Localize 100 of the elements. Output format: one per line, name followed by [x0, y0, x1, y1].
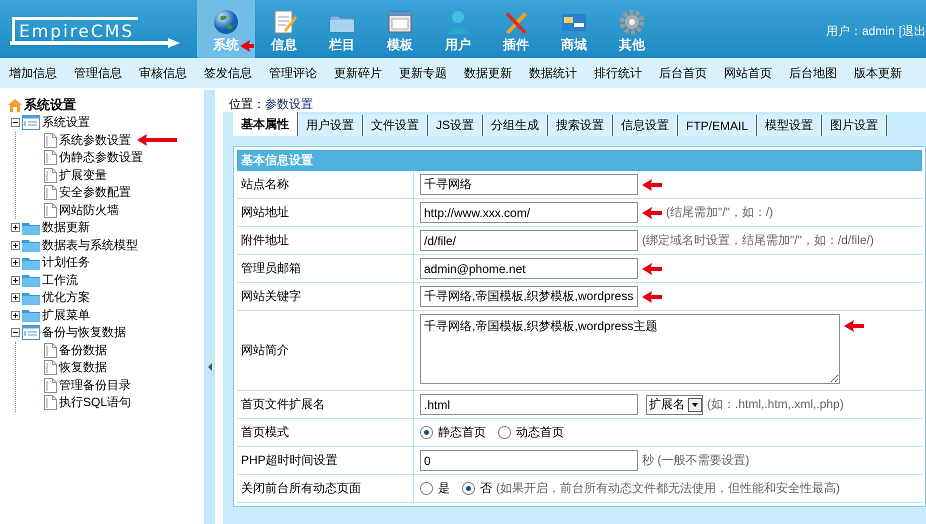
- submenu-link[interactable]: 版本更新: [845, 64, 910, 82]
- page-icon: [44, 360, 57, 376]
- tab[interactable]: 搜索设置: [548, 115, 614, 136]
- submenu-link[interactable]: 管理信息: [65, 64, 130, 82]
- collapse-icon[interactable]: [11, 118, 20, 128]
- submenu-link[interactable]: 排行统计: [585, 64, 650, 82]
- radio-option[interactable]: 静态首页: [420, 424, 486, 441]
- text-field[interactable]: 千寻网络: [420, 174, 638, 195]
- tree-item[interactable]: 网站防火墙: [59, 202, 119, 219]
- tree-item[interactable]: 优化方案: [42, 289, 90, 306]
- breadcrumb-link[interactable]: 参数设置: [265, 96, 313, 112]
- tree-item[interactable]: 恢复数据: [59, 359, 107, 376]
- panel-title: 基本信息设置: [237, 150, 922, 171]
- tree-item[interactable]: 系统设置: [42, 114, 90, 132]
- tree-item[interactable]: 计划任务: [42, 254, 90, 272]
- text-area[interactable]: 千寻网络,帝国模板,织梦模板,wordpress主题: [420, 314, 840, 384]
- submenu-link[interactable]: 审核信息: [130, 64, 195, 82]
- submenu-link[interactable]: 后台地图: [780, 64, 845, 82]
- folder-icon: [22, 256, 40, 270]
- field-hint: (如果开启，前台所有动态文件都无法使用，但性能和安全性最高): [496, 480, 840, 497]
- submenu-link[interactable]: 数据更新: [455, 64, 520, 82]
- submenu-link[interactable]: 数据统计: [520, 64, 585, 82]
- nav-tab[interactable]: 用户: [429, 0, 487, 58]
- tree-item[interactable]: 工作流: [42, 272, 78, 289]
- page-icon: [44, 378, 57, 393]
- radio-option[interactable]: 动态首页: [498, 424, 564, 441]
- field-label: 附件地址: [237, 227, 414, 254]
- tree-item[interactable]: 伪静态参数设置: [59, 149, 143, 166]
- radio-option[interactable]: 否: [462, 480, 492, 497]
- page-icon: [44, 395, 57, 410]
- folder-icon: [22, 220, 40, 235]
- tab[interactable]: 模型设置: [757, 115, 822, 136]
- field-label: 关闭前台所有动态页面: [237, 475, 414, 502]
- nav-tab[interactable]: 插件: [487, 0, 545, 58]
- tree-item[interactable]: 数据表与系统模型: [42, 236, 138, 254]
- submenu-link[interactable]: 签发信息: [195, 64, 260, 82]
- collapse-arrow-icon[interactable]: [208, 363, 212, 371]
- tree-item[interactable]: 数据更新: [42, 219, 90, 236]
- tab[interactable]: 分组生成: [483, 115, 548, 136]
- folder-icon: [22, 308, 40, 322]
- page-icon: [44, 342, 57, 358]
- tree-item[interactable]: 扩展菜单: [42, 306, 90, 324]
- tree-item[interactable]: 备份与恢复数据: [42, 324, 126, 342]
- tab[interactable]: 用户设置: [298, 115, 363, 136]
- collapse-icon[interactable]: [11, 328, 20, 338]
- nav-tab[interactable]: 模板: [371, 0, 429, 58]
- expand-icon[interactable]: [11, 240, 20, 250]
- tab[interactable]: 文件设置: [363, 115, 428, 136]
- expand-icon[interactable]: [11, 310, 20, 320]
- nav-tab[interactable]: 商城: [545, 0, 603, 58]
- radio-button[interactable]: [462, 482, 475, 495]
- expand-icon[interactable]: [11, 276, 20, 285]
- dropdown[interactable]: 扩展名: [646, 394, 703, 414]
- submenu-link[interactable]: 后台首页: [650, 64, 715, 82]
- expand-icon[interactable]: [11, 223, 20, 232]
- text-field[interactable]: /d/file/: [420, 230, 638, 251]
- tree-item[interactable]: 安全参数配置: [59, 184, 131, 202]
- field-label: 管理员邮箱: [237, 255, 414, 282]
- tree-item[interactable]: 扩展变量: [59, 166, 107, 184]
- field-label: 首页模式: [237, 419, 414, 446]
- breadcrumb-label: 位置：: [229, 96, 265, 112]
- field-hint: (绑定域名时设置，结尾需加"/"，如：/d/file/): [642, 232, 874, 249]
- tab[interactable]: 基本属性: [233, 112, 298, 136]
- submenu-link[interactable]: 网站首页: [715, 64, 780, 82]
- radio-button[interactable]: [420, 426, 433, 439]
- nav-tab[interactable]: 其他: [603, 0, 661, 58]
- text-field[interactable]: .html: [420, 394, 638, 415]
- tab[interactable]: 图片设置: [822, 115, 888, 136]
- text-field[interactable]: admin@phome.net: [420, 258, 638, 279]
- field-label: 网站简介: [237, 311, 414, 390]
- sidebar-title: 系统设置: [24, 96, 76, 114]
- expand-icon[interactable]: [11, 293, 20, 302]
- page-icon: [44, 132, 57, 148]
- user-label: 用户：admin: [826, 22, 895, 40]
- expand-icon[interactable]: [11, 258, 20, 268]
- tree-item[interactable]: 备份数据: [59, 342, 107, 359]
- submenu-link[interactable]: 更新专题: [390, 64, 455, 82]
- text-field[interactable]: 0: [420, 450, 638, 471]
- list-window-icon: [22, 325, 40, 340]
- radio-button[interactable]: [420, 482, 433, 495]
- tab[interactable]: 信息设置: [613, 115, 678, 136]
- nav-tab[interactable]: 栏目: [313, 0, 371, 58]
- page-icon: [44, 150, 57, 166]
- radio-option[interactable]: 是: [420, 480, 450, 497]
- tree-item[interactable]: 管理备份目录: [59, 376, 131, 394]
- folder-icon: [22, 290, 40, 305]
- field-hint: (如：.html,.htm,.xml,.php): [707, 396, 844, 413]
- page-icon: [44, 185, 57, 200]
- tree-item[interactable]: 系统参数设置: [59, 132, 131, 149]
- tab[interactable]: JS设置: [428, 115, 484, 136]
- person-icon: [444, 8, 472, 36]
- submenu-link[interactable]: 更新碎片: [325, 64, 390, 82]
- tree-item[interactable]: 执行SQL语句: [59, 394, 132, 412]
- text-field[interactable]: http://www.xxx.com/: [420, 202, 638, 223]
- text-field[interactable]: 千寻网络,帝国模板,织梦模板,wordpress: [420, 286, 638, 307]
- nav-tab[interactable]: 信息: [255, 0, 313, 58]
- submenu-link[interactable]: 管理评论: [260, 64, 325, 82]
- radio-button[interactable]: [498, 426, 511, 439]
- submenu-link[interactable]: 增加信息: [0, 64, 65, 82]
- tab[interactable]: FTP/EMAIL: [678, 115, 758, 136]
